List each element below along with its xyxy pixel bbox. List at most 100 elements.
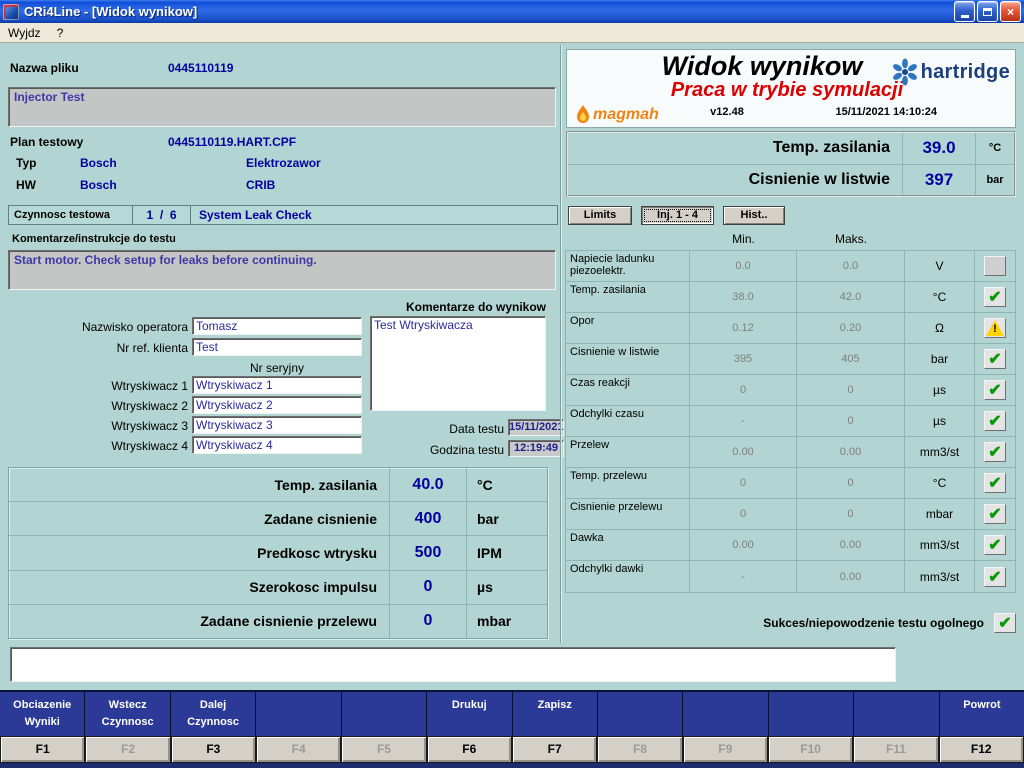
overall-result-label: Sukces/niepowodzenie testu ogolnego (763, 616, 984, 630)
fkey-action-f5[interactable] (342, 692, 427, 736)
setpoint-label: Szerokosc impulsu (9, 571, 389, 604)
result-status-icon (984, 535, 1006, 555)
result-max: 0.20 (797, 313, 905, 343)
window-controls: × (952, 1, 1021, 22)
function-labels-row: Obciazenie Wyniki Wstecz Czynnosc Dalej … (0, 690, 1024, 736)
result-row: Odchylki dawki - 0.00 mm3/st (566, 561, 1015, 592)
injector1-label: Wtryskiwacz 1 (8, 379, 188, 393)
tab-history[interactable]: Hist.. (723, 206, 785, 225)
fkey-button-f12[interactable]: F12 (939, 736, 1024, 763)
result-label: Cisnienie przelewu (566, 499, 690, 529)
result-unit: µs (905, 406, 975, 436)
result-comments-input[interactable]: Test Wtryskiwacza (370, 316, 546, 411)
result-max: 0.00 (797, 561, 905, 592)
menubar: Wyjdz ? (0, 23, 1024, 43)
tab-inj-1-4[interactable]: Inj. 1 - 4 (641, 206, 714, 225)
result-comments-label: Komentarze do wynikow (370, 300, 546, 314)
client-ref-input[interactable] (192, 338, 362, 356)
result-status-icon (984, 349, 1006, 369)
fkey-action-f9[interactable] (683, 692, 768, 736)
result-min: - (690, 406, 797, 436)
fkey-action-f2[interactable]: Wstecz Czynnosc (85, 692, 170, 736)
result-max: 0.00 (797, 437, 905, 467)
tab-limits[interactable]: Limits (568, 206, 632, 225)
injector4-label: Wtryskiwacz 4 (8, 439, 188, 453)
fkey-button-f4[interactable]: F4 (256, 736, 341, 763)
fkey-action-f12[interactable]: Powrot (940, 692, 1024, 736)
live-value: 397 (902, 165, 976, 196)
setpoint-label: Temp. zasilania (9, 468, 389, 501)
fkey-action-f10[interactable] (769, 692, 854, 736)
result-label: Opor (566, 313, 690, 343)
injector2-serial-input[interactable] (192, 396, 362, 414)
result-min: 395 (690, 344, 797, 374)
fkey-button-f8[interactable]: F8 (597, 736, 682, 763)
window-title: CRi4Line - [Widok wynikow] (24, 4, 952, 19)
setpoint-unit: mbar (467, 605, 547, 638)
menu-help[interactable]: ? (57, 26, 64, 40)
menu-exit[interactable]: Wyjdz (8, 26, 41, 40)
setpoint-unit: IPM (467, 536, 547, 569)
fkey-action-f3[interactable]: Dalej Czynnosc (171, 692, 256, 736)
fkey-button-f7[interactable]: F7 (512, 736, 597, 763)
result-label: Odchylki czasu (566, 406, 690, 436)
software-version: v12.48 (662, 106, 792, 118)
result-min: 0.12 (690, 313, 797, 343)
setpoint-value: 500 (389, 536, 467, 569)
setpoint-label: Zadane cisnienie (9, 502, 389, 535)
result-max: 0 (797, 375, 905, 405)
result-label: Czas reakcji (566, 375, 690, 405)
result-unit: °C (905, 282, 975, 312)
test-step-label: Czynnosc testowa (9, 206, 133, 224)
restore-button[interactable] (977, 1, 998, 22)
test-time-label: Godzina testu (384, 443, 504, 457)
setpoint-value: 400 (389, 502, 467, 535)
results-table-header: Min. Maks. (565, 229, 1016, 250)
serial-number-header: Nr seryjny (192, 361, 362, 375)
fkey-action-f7[interactable]: Zapisz (513, 692, 598, 736)
result-max: 0 (797, 499, 905, 529)
app-window: CRi4Line - [Widok wynikow] × Wyjdz ? Naz… (0, 0, 1024, 768)
fkey-action-f11[interactable] (854, 692, 939, 736)
result-min: 0 (690, 499, 797, 529)
injector1-serial-input[interactable] (192, 376, 362, 394)
result-row: Cisnienie w listwie 395 405 bar (566, 344, 1015, 375)
fkey-button-f11[interactable]: F11 (853, 736, 938, 763)
result-min: - (690, 561, 797, 592)
injector3-serial-input[interactable] (192, 416, 362, 434)
fkey-action-f6[interactable]: Drukuj (427, 692, 512, 736)
column-divider (560, 45, 562, 643)
fkey-action-f1[interactable]: Obciazenie Wyniki (0, 692, 85, 736)
setpoint-unit: µs (467, 571, 547, 604)
test-date-value: 15/11/2021 (508, 419, 564, 436)
result-row: Odchylki czasu - 0 µs (566, 406, 1015, 437)
setpoint-value: 0 (389, 605, 467, 638)
minimize-button[interactable] (954, 1, 975, 22)
fkey-button-f3[interactable]: F3 (171, 736, 256, 763)
result-label: Temp. przelewu (566, 468, 690, 498)
results-table-body: Napiecie ladunku piezoelektr. 0.0 0.0 V … (565, 250, 1016, 593)
fkey-button-f2[interactable]: F2 (85, 736, 170, 763)
result-row: Przelew 0.00 0.00 mm3/st (566, 437, 1015, 468)
fkey-button-f5[interactable]: F5 (341, 736, 426, 763)
result-row: Opor 0.12 0.20 Ω (566, 313, 1015, 344)
test-date-label: Data testu (400, 422, 504, 436)
injector4-serial-input[interactable] (192, 436, 362, 454)
close-button[interactable]: × (1000, 1, 1021, 22)
fkey-action-f4[interactable] (256, 692, 341, 736)
operator-name-input[interactable] (192, 317, 362, 335)
operator-name-label: Nazwisko operatora (8, 320, 188, 334)
injector3-label: Wtryskiwacz 3 (8, 419, 188, 433)
fkey-button-f10[interactable]: F10 (768, 736, 853, 763)
restore-icon (983, 8, 992, 16)
test-plan-value: 0445110119.HART.CPF (168, 135, 296, 149)
live-row: Cisnienie w listwie 397 bar (568, 165, 1014, 196)
setpoint-value: 40.0 (389, 468, 467, 501)
fkey-button-f9[interactable]: F9 (683, 736, 768, 763)
result-label: Napiecie ladunku piezoelektr. (566, 251, 690, 281)
type-brand: Bosch (80, 156, 117, 170)
app-icon[interactable] (3, 4, 19, 20)
fkey-button-f6[interactable]: F6 (427, 736, 512, 763)
fkey-button-f1[interactable]: F1 (0, 736, 85, 763)
fkey-action-f8[interactable] (598, 692, 683, 736)
